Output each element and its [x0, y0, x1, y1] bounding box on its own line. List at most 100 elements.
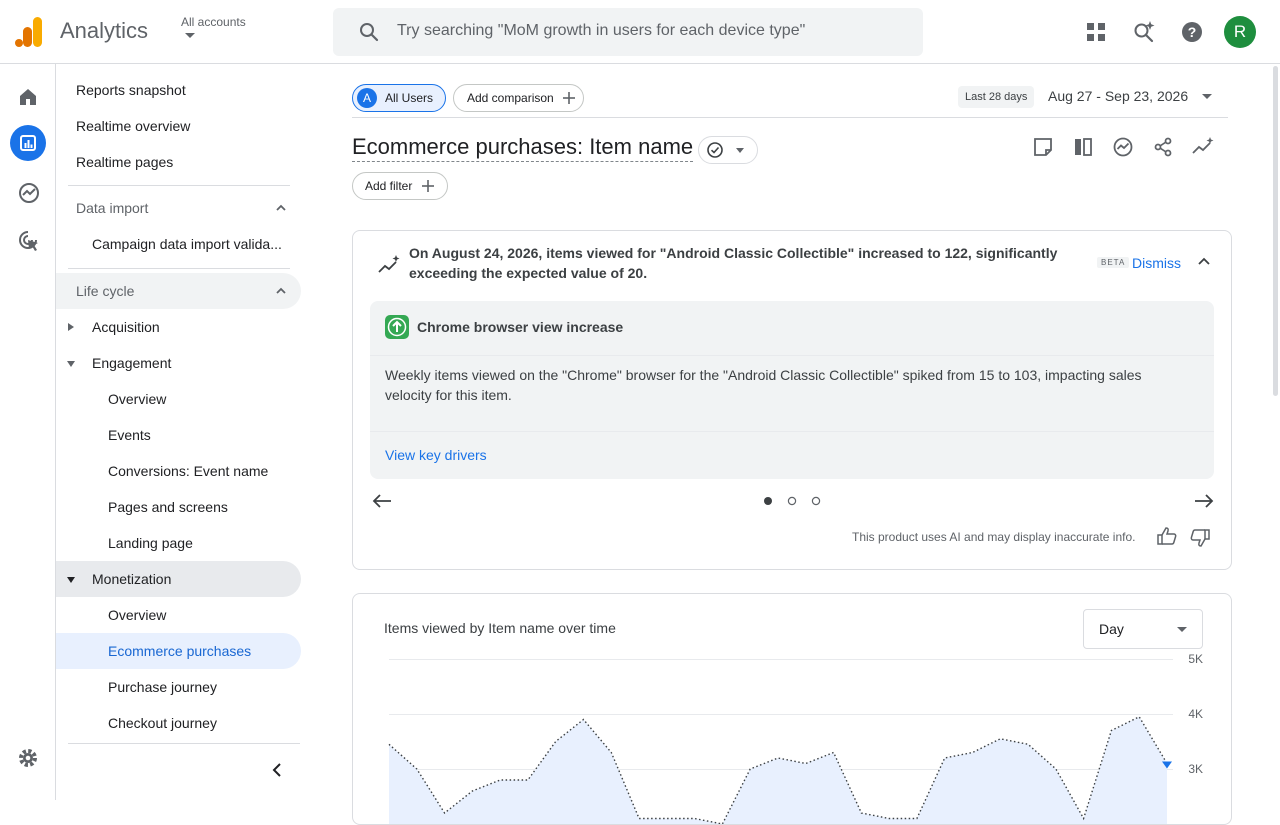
- nav-campaign-data-import[interactable]: Campaign data import valida...: [92, 226, 282, 262]
- nav-realtime-pages[interactable]: Realtime pages: [76, 144, 173, 180]
- segment-chip-all-users[interactable]: A All Users: [352, 84, 446, 112]
- insight-sub-title: Chrome browser view increase: [417, 319, 624, 335]
- carousel-pager: [763, 496, 823, 506]
- insight-card: On August 24, 2026, items viewed for "An…: [352, 230, 1232, 570]
- thumbs-down-icon[interactable]: [1190, 529, 1210, 547]
- nav-divider: [68, 185, 290, 186]
- insight-headline: On August 24, 2026, items viewed for "An…: [409, 245, 1058, 281]
- avatar[interactable]: R: [1224, 16, 1256, 48]
- panel-divider: [370, 431, 1214, 432]
- series-area: [389, 716, 1167, 824]
- previous-arrow-icon[interactable]: [372, 493, 392, 509]
- add-filter-label: Add filter: [365, 179, 413, 193]
- trend-sparkle-icon[interactable]: [1191, 135, 1215, 159]
- nav-monetization-overview[interactable]: Overview: [108, 597, 166, 633]
- settings-gear-icon[interactable]: [17, 747, 39, 769]
- insight-body: Weekly items viewed on the "Chrome" brow…: [385, 367, 1142, 403]
- advertising-icon[interactable]: [17, 229, 41, 253]
- chart-title: Items viewed by Item name over time: [384, 620, 616, 636]
- thumbs-up-icon[interactable]: [1157, 527, 1177, 545]
- panel-divider: [370, 355, 1214, 356]
- add-comparison-label: Add comparison: [467, 91, 554, 105]
- nav-engagement[interactable]: Engagement: [92, 345, 171, 381]
- nav-reports-snapshot[interactable]: Reports snapshot: [76, 72, 186, 108]
- caret-right-icon[interactable]: [68, 323, 74, 331]
- pager-dot[interactable]: [787, 496, 797, 506]
- chevron-up-icon[interactable]: [276, 287, 286, 294]
- chevron-up-icon[interactable]: [1198, 257, 1210, 265]
- ai-disclaimer: This product uses AI and may display ina…: [852, 530, 1136, 544]
- apps-grid-icon[interactable]: [1086, 22, 1106, 42]
- date-range-label[interactable]: Last 28 days: [958, 86, 1035, 108]
- nav-checkout-journey[interactable]: Checkout journey: [108, 705, 217, 741]
- nav-divider: [68, 268, 290, 269]
- y-tick-label: 5K: [1188, 652, 1203, 666]
- collapse-nav-chevron-icon[interactable]: [272, 763, 281, 777]
- search-insights-icon[interactable]: [1132, 20, 1156, 44]
- items-viewed-chart: 5K 4K 3K: [388, 652, 1203, 824]
- chevron-down-icon: [185, 33, 195, 38]
- search-input[interactable]: Try searching "MoM growth in users for e…: [397, 22, 805, 40]
- caret-down-icon[interactable]: [67, 361, 75, 367]
- plus-icon: [421, 179, 435, 193]
- account-label: All accounts: [181, 15, 246, 29]
- nav-ecommerce-purchases[interactable]: Ecommerce purchases: [108, 633, 251, 669]
- date-range-chevron-down-icon[interactable]: [1202, 94, 1212, 99]
- nav-section-life-cycle[interactable]: Life cycle: [76, 273, 134, 309]
- chevron-down-icon: [736, 148, 744, 153]
- beta-badge: BETA: [1097, 257, 1130, 268]
- granularity-value: Day: [1099, 621, 1124, 637]
- nav-purchase-journey[interactable]: Purchase journey: [108, 669, 217, 705]
- top-header: Analytics All accounts Try searching "Mo…: [0, 0, 1280, 64]
- reports-icon[interactable]: [10, 125, 46, 161]
- nav-engagement-conversions[interactable]: Conversions: Event name: [108, 453, 268, 489]
- insights-icon[interactable]: [1113, 137, 1133, 157]
- y-tick-label: 4K: [1188, 707, 1203, 721]
- nav-monetization[interactable]: Monetization: [92, 561, 171, 597]
- add-comparison-button[interactable]: Add comparison: [453, 84, 584, 112]
- increase-arrow-icon: [385, 315, 409, 339]
- nav-engagement-landing-page[interactable]: Landing page: [108, 525, 193, 561]
- analytics-logo-icon[interactable]: [14, 16, 44, 48]
- dismiss-button[interactable]: Dismiss: [1132, 255, 1181, 271]
- date-range-value[interactable]: Aug 27 - Sep 23, 2026: [1048, 88, 1188, 104]
- account-selector[interactable]: All accounts: [181, 15, 246, 38]
- nav-engagement-overview[interactable]: Overview: [108, 381, 166, 417]
- search-icon: [359, 22, 379, 42]
- pager-dot[interactable]: [811, 496, 821, 506]
- page-title: Ecommerce purchases: Item name: [352, 134, 694, 162]
- nav-realtime-overview[interactable]: Realtime overview: [76, 108, 190, 144]
- nav-engagement-pages-screens[interactable]: Pages and screens: [108, 489, 228, 525]
- next-arrow-icon[interactable]: [1194, 493, 1214, 509]
- page-scrollbar[interactable]: [1271, 64, 1280, 800]
- insight-detail-panel: Chrome browser view increase Weekly item…: [370, 301, 1214, 479]
- home-icon[interactable]: [18, 88, 38, 106]
- nav-section-data-import[interactable]: Data import: [76, 190, 148, 226]
- nav-acquisition[interactable]: Acquisition: [92, 309, 160, 345]
- report-navigation: Reports snapshot Realtime overview Realt…: [56, 64, 311, 800]
- svg-text:?: ?: [1188, 24, 1197, 40]
- scrollbar-thumb[interactable]: [1273, 66, 1278, 396]
- annotation-icon[interactable]: [1033, 137, 1053, 157]
- explore-icon[interactable]: [18, 182, 40, 204]
- caret-down-icon[interactable]: [67, 577, 75, 583]
- nav-engagement-events[interactable]: Events: [108, 417, 151, 453]
- granularity-select[interactable]: Day: [1083, 609, 1203, 649]
- segment-badge: A: [357, 88, 377, 108]
- search-bar[interactable]: Try searching "MoM growth in users for e…: [333, 8, 923, 56]
- pager-dot-active[interactable]: [764, 497, 772, 505]
- add-filter-button[interactable]: Add filter: [352, 172, 448, 200]
- y-tick-label: 3K: [1188, 762, 1203, 776]
- share-icon[interactable]: [1153, 137, 1173, 157]
- nav-divider: [68, 743, 300, 744]
- customize-report-icon[interactable]: [1073, 137, 1093, 157]
- help-icon[interactable]: ?: [1181, 21, 1203, 43]
- chevron-down-icon: [1177, 627, 1187, 632]
- segment-label: All Users: [385, 91, 434, 105]
- chevron-up-icon[interactable]: [276, 204, 286, 211]
- report-status-selector[interactable]: [698, 136, 758, 164]
- check-circle-icon: [707, 142, 723, 158]
- view-key-drivers-link[interactable]: View key drivers: [385, 447, 487, 463]
- app-title: Analytics: [60, 18, 149, 43]
- left-icon-rail: [0, 64, 56, 800]
